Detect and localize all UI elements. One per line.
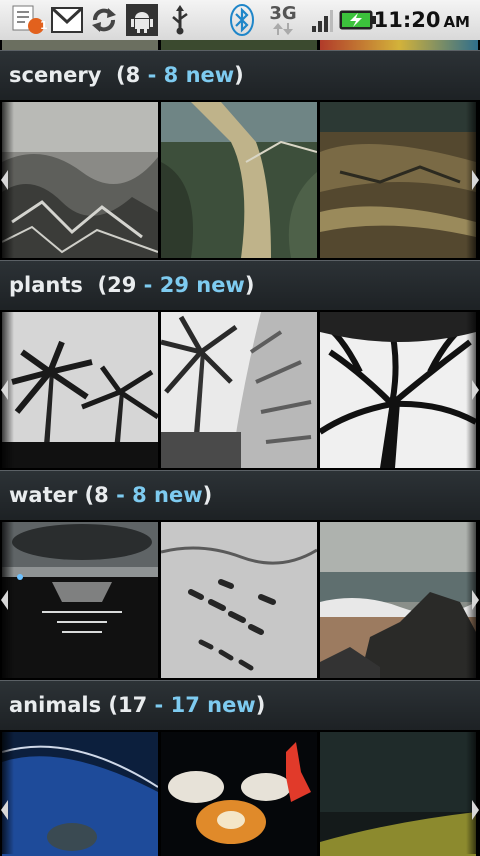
- gallery-title: scenery (8 - 8 new): [9, 63, 244, 87]
- previous-gallery-strip: [0, 40, 480, 50]
- thumbnail-strip[interactable]: [0, 310, 480, 470]
- signal-icon: [310, 4, 334, 36]
- gallery-section-water: water (8 - 8 new): [0, 470, 480, 680]
- gallery-new-count: 8 new: [132, 483, 203, 507]
- status-bar: 1 3G 11:20 AM: [0, 0, 480, 41]
- scroll-right-icon[interactable]: [472, 170, 479, 190]
- android-debug-icon: [126, 4, 158, 36]
- gallery-new-count: 29 new: [159, 273, 245, 297]
- network-3g-icon: 3G: [266, 4, 300, 36]
- gallery-header[interactable]: animals (17 - 17 new): [0, 680, 480, 731]
- thumbnail-strip[interactable]: [0, 100, 480, 260]
- gallery-count: 17: [118, 693, 148, 717]
- clock-ampm: AM: [443, 13, 470, 31]
- clock: 11:20 AM: [374, 0, 470, 40]
- clock-time: 11:20: [373, 8, 441, 32]
- scroll-left-icon[interactable]: [1, 800, 8, 820]
- thumbnail[interactable]: [161, 102, 317, 258]
- scroll-left-icon[interactable]: [1, 170, 8, 190]
- gallery-new-count: 8 new: [163, 63, 235, 87]
- gallery-count: 29: [107, 273, 137, 297]
- gallery-name: scenery: [9, 63, 102, 87]
- gallery-new-count: 17 new: [170, 693, 256, 717]
- usb-icon: [166, 4, 194, 36]
- thumbnail[interactable]: [320, 102, 476, 258]
- edge-fade: [0, 730, 14, 854]
- network-type: 3G: [269, 3, 297, 24]
- gallery-name: water: [9, 483, 78, 507]
- scroll-right-icon[interactable]: [472, 380, 479, 400]
- thumbnail[interactable]: [2, 312, 158, 468]
- thumbnail-strip[interactable]: [0, 520, 480, 680]
- thumbnail[interactable]: [320, 732, 476, 856]
- thumbnail-strip[interactable]: [0, 730, 480, 856]
- gallery-header[interactable]: scenery (8 - 8 new): [0, 50, 480, 101]
- gallery-section-plants: plants (29 - 29 new): [0, 260, 480, 470]
- gallery-title: animals (17 - 17 new): [9, 693, 266, 717]
- thumbnail[interactable]: [320, 522, 476, 678]
- sync-icon[interactable]: [88, 4, 120, 36]
- scroll-right-icon[interactable]: [472, 590, 479, 610]
- gallery-section-animals: animals (17 - 17 new): [0, 680, 480, 856]
- notification-count: 1: [40, 19, 48, 32]
- gallery-title: water (8 - 8 new): [9, 483, 213, 507]
- gallery-count: 8: [94, 483, 109, 507]
- thumbnail[interactable]: [161, 522, 317, 678]
- thumbnail[interactable]: [161, 732, 317, 856]
- battery-charging-icon: [338, 4, 378, 36]
- bluetooth-icon: [228, 4, 256, 36]
- gmail-icon[interactable]: [50, 4, 84, 36]
- scroll-left-icon[interactable]: [1, 590, 8, 610]
- edge-fade: [466, 730, 480, 854]
- thumbnail[interactable]: [2, 732, 158, 856]
- scroll-right-icon[interactable]: [472, 800, 479, 820]
- gallery-title: plants (29 - 29 new): [9, 273, 255, 297]
- thumbnail[interactable]: [2, 522, 158, 678]
- thumbnail[interactable]: [161, 312, 317, 468]
- gallery-name: animals: [9, 693, 102, 717]
- gallery-section-scenery: scenery (8 - 8 new): [0, 50, 480, 260]
- notification-icon[interactable]: 1: [10, 4, 48, 36]
- gallery-header[interactable]: water (8 - 8 new): [0, 470, 480, 521]
- thumbnail[interactable]: [2, 102, 158, 258]
- scroll-left-icon[interactable]: [1, 380, 8, 400]
- thumbnail[interactable]: [320, 312, 476, 468]
- gallery-header[interactable]: plants (29 - 29 new): [0, 260, 480, 311]
- gallery-count: 8: [125, 63, 141, 87]
- gallery-name: plants: [9, 273, 83, 297]
